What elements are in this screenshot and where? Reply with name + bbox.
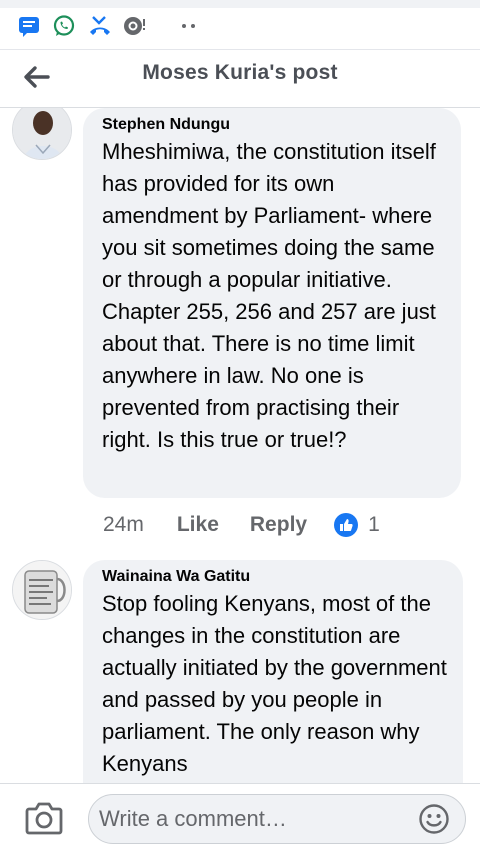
comment-timestamp[interactable]: 24m	[103, 513, 144, 537]
comment-bubble[interactable]: Wainaina Wa Gatitu Stop fooling Kenyans,…	[83, 560, 463, 784]
avatar[interactable]	[12, 108, 72, 160]
emoji-icon[interactable]	[418, 803, 450, 835]
comment-actions: 24m Like Reply 1	[103, 510, 380, 540]
camera-icon[interactable]	[24, 800, 64, 836]
notification-icon	[124, 17, 145, 35]
comment-author[interactable]: Wainaina Wa Gatitu	[102, 566, 447, 588]
like-button[interactable]: Like	[177, 513, 219, 537]
comment-author[interactable]: Stephen Ndungu	[102, 114, 445, 136]
page-title: Moses Kuria's post	[142, 61, 338, 84]
comment-input-wrapper[interactable]	[88, 794, 466, 844]
whatsapp-icon	[53, 15, 75, 36]
comment-input[interactable]	[99, 795, 409, 843]
comment-text: Stop fooling Kenyans, most of the change…	[102, 591, 447, 776]
message-icon	[19, 17, 39, 37]
mug-photo	[13, 561, 71, 619]
status-bar	[0, 0, 480, 50]
post-header: Moses Kuria's post	[0, 51, 480, 108]
comments-feed[interactable]: Stephen Ndungu Mheshimiwa, the constitut…	[0, 108, 480, 784]
avatar[interactable]	[12, 560, 72, 620]
person-photo	[13, 108, 71, 159]
thumbs-up-icon[interactable]	[334, 513, 359, 537]
comment-composer	[0, 783, 480, 854]
missed-call-icon	[90, 16, 110, 35]
status-bar-top-strip	[0, 0, 480, 8]
more-dots-icon	[182, 24, 195, 28]
reaction-count[interactable]: 1	[368, 513, 380, 537]
comment-text: Mheshimiwa, the constitution itself has …	[102, 139, 436, 452]
comment-bubble[interactable]: Stephen Ndungu Mheshimiwa, the constitut…	[83, 108, 461, 498]
reply-button[interactable]: Reply	[250, 513, 307, 537]
